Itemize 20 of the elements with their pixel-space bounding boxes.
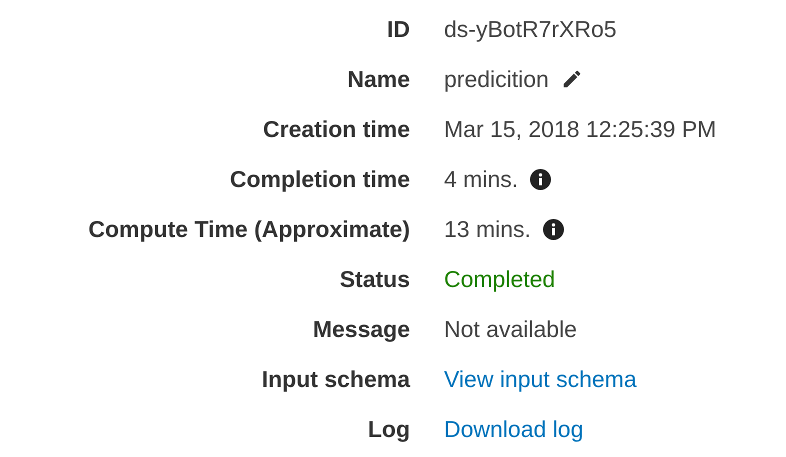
field-value: predicition	[444, 64, 549, 94]
info-icon[interactable]	[542, 218, 564, 240]
field-label: Creation time	[263, 114, 410, 144]
field-label: Completion time	[230, 164, 410, 194]
field-label: Message	[312, 314, 410, 344]
field-label: ID	[387, 14, 410, 44]
link[interactable]: Download log	[444, 412, 584, 446]
field-value: Not available	[444, 314, 577, 344]
field-value: ds-yBotR7rXRo5	[444, 14, 617, 44]
field-value: Mar 15, 2018 12:25:39 PM	[444, 114, 716, 144]
field-label: Log	[368, 414, 410, 444]
field-label: Input schema	[262, 364, 410, 394]
info-icon[interactable]	[530, 168, 552, 190]
field-label: Name	[347, 64, 410, 94]
field-label: Compute Time (Approximate)	[88, 214, 410, 244]
field-value: 13 mins.	[444, 214, 531, 244]
status-text: Completed	[444, 264, 556, 294]
field-label: Status	[340, 264, 410, 294]
field-value: 4 mins.	[444, 164, 518, 194]
link[interactable]: View input schema	[444, 362, 637, 396]
